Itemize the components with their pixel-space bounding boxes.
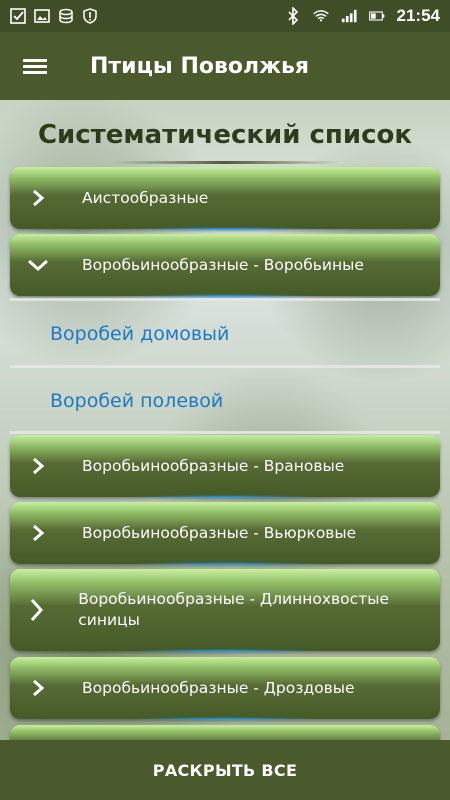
image-icon — [34, 8, 50, 24]
group-label: Аистообразные — [82, 188, 209, 207]
group-item[interactable]: Воробьинообразные - Длиннохвостые синицы — [10, 569, 440, 653]
group-label: Воробьинообразные - Врановые — [82, 456, 345, 475]
chevron-right-icon — [10, 523, 66, 543]
group-label: Воробьинообразные - Вьюрковые — [82, 523, 357, 542]
hamburger-menu-icon[interactable] — [0, 32, 70, 100]
group-item-partial[interactable] — [10, 725, 440, 740]
app-bar: Птицы Поволжья — [0, 32, 450, 100]
list-title: Систематический список — [37, 120, 413, 150]
wifi-icon — [312, 8, 329, 24]
group-item[interactable]: Воробьинообразные - Вьюрковые — [10, 502, 440, 566]
checkbox-icon — [10, 8, 26, 24]
bird-name: Воробей полевой — [50, 390, 224, 412]
storage-icon — [58, 8, 74, 24]
alert-icon — [82, 8, 98, 24]
bluetooth-icon — [285, 7, 301, 25]
battery-icon — [368, 8, 385, 24]
bird-name: Воробей домовый — [50, 323, 230, 345]
chevron-right-icon — [10, 456, 66, 476]
group-label: Воробьинообразные - Дроздовые — [82, 678, 355, 697]
chevron-right-icon — [10, 597, 62, 623]
group-label: Воробьинообразные - Длиннохвостые синицы — [78, 590, 389, 629]
list-item[interactable]: Воробей домовый — [10, 301, 440, 367]
group-item[interactable]: Воробьинообразные - Дроздовые — [10, 657, 440, 721]
chevron-right-icon — [10, 678, 66, 698]
chevron-right-icon — [10, 188, 66, 208]
content-area: Систематический список Аистообразные Вор… — [0, 100, 450, 740]
app-title: Птицы Поволжья — [90, 53, 310, 79]
status-bar: 21:54 — [0, 0, 450, 32]
title-divider — [110, 161, 340, 164]
expand-all-button[interactable]: РАСКРЫТЬ ВСЕ — [153, 761, 297, 780]
divider — [10, 431, 440, 434]
list-item[interactable]: Воробей полевой — [10, 368, 440, 434]
clock: 21:54 — [396, 6, 440, 25]
bottom-bar: РАСКРЫТЬ ВСЕ — [0, 740, 450, 800]
signal-icon — [341, 8, 357, 24]
chevron-down-icon — [10, 258, 66, 272]
group-item-expanded[interactable]: Воробьинообразные - Воробьиные — [10, 234, 440, 298]
group-item[interactable]: Воробьинообразные - Врановые — [10, 435, 440, 499]
group-label: Воробьинообразные - Воробьиные — [82, 255, 364, 274]
group-item[interactable]: Аистообразные — [10, 167, 440, 231]
